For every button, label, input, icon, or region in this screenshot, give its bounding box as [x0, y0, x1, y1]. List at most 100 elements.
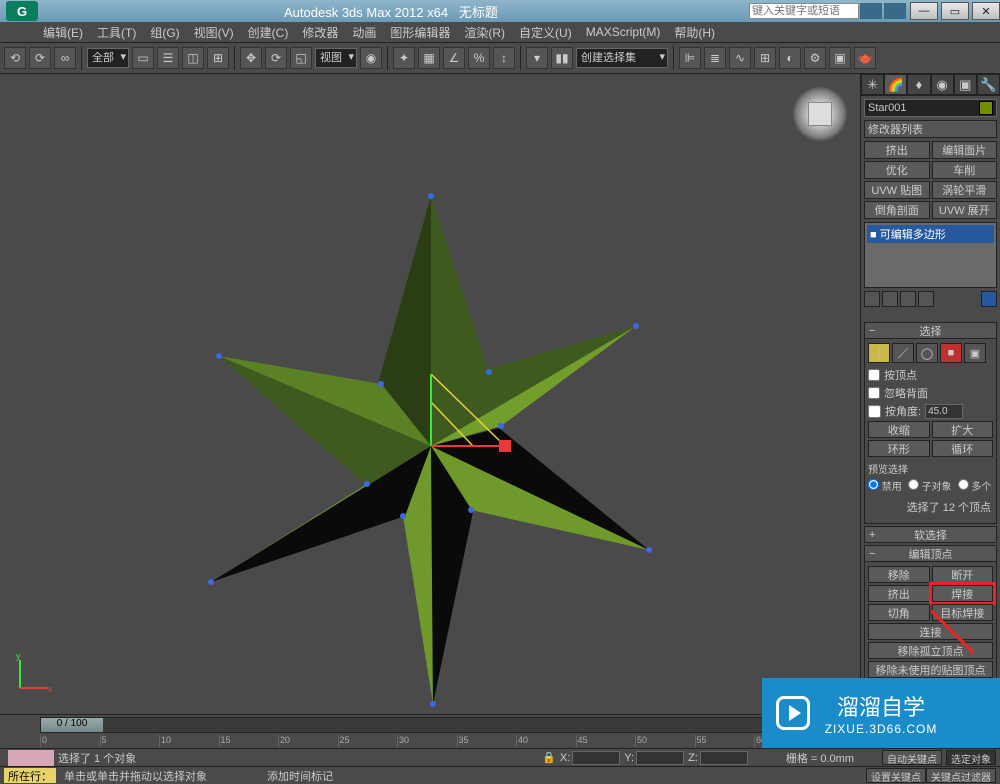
btn-unwrap[interactable]: UVW 展开: [932, 201, 998, 219]
btn-uvwmap[interactable]: UVW 贴图: [864, 181, 930, 199]
angle-spinner[interactable]: [925, 404, 963, 419]
modifier-stack[interactable]: ■ 可编辑多边形: [864, 222, 997, 288]
pin-stack-icon[interactable]: [864, 291, 880, 307]
subobj-element[interactable]: ▣: [964, 343, 986, 363]
coord-y[interactable]: [636, 751, 684, 765]
btn-grow[interactable]: 扩大: [932, 421, 994, 438]
align-icon[interactable]: ⊫: [679, 47, 701, 69]
menu-customize[interactable]: 自定义(U): [512, 24, 579, 41]
named-sel-dropdown[interactable]: 创建选择集: [576, 48, 668, 68]
btn-remove[interactable]: 移除: [868, 566, 930, 583]
btn-loop[interactable]: 循环: [932, 440, 994, 457]
btn-shrink[interactable]: 收缩: [868, 421, 930, 438]
pivot-icon[interactable]: ◉: [360, 47, 382, 69]
btn-break[interactable]: 断开: [932, 566, 994, 583]
select-icon[interactable]: ▭: [132, 47, 154, 69]
percent-snap-icon[interactable]: %: [468, 47, 490, 69]
rollout-softsel[interactable]: +软选择: [864, 526, 997, 543]
menu-view[interactable]: 视图(V): [187, 24, 241, 41]
btn-editpatch[interactable]: 编辑面片: [932, 141, 998, 159]
unlink-icon[interactable]: ⟳: [29, 47, 51, 69]
spinner-snap-icon[interactable]: ↕: [493, 47, 515, 69]
btn-autokey[interactable]: 自动关键点: [882, 750, 942, 765]
btn-extrude-v[interactable]: 挤出: [868, 585, 930, 602]
chk-ignoreback[interactable]: 忽略背面: [868, 385, 993, 401]
menu-graph[interactable]: 图形编辑器: [383, 24, 457, 41]
radio-disable[interactable]: 禁用: [868, 478, 902, 493]
mirror-icon[interactable]: ▮▮: [551, 47, 573, 69]
tab-create[interactable]: ✳: [861, 74, 884, 95]
menu-group[interactable]: 组(G): [143, 24, 186, 41]
bind-icon[interactable]: ∞: [54, 47, 76, 69]
btn-chamfer[interactable]: 切角: [868, 604, 930, 621]
maximize-button[interactable]: ▭: [941, 2, 969, 20]
subobj-edge[interactable]: ／: [892, 343, 914, 363]
btn-keyfilter[interactable]: 关键点过滤器: [926, 768, 996, 783]
material-icon[interactable]: ◐: [779, 47, 801, 69]
tab-display[interactable]: ▣: [954, 74, 977, 95]
menu-render[interactable]: 渲染(R): [457, 24, 512, 41]
configure-icon[interactable]: [981, 291, 997, 307]
search-input[interactable]: [749, 3, 859, 19]
subobj-polygon[interactable]: ■: [940, 343, 962, 363]
btn-rm-unused[interactable]: 移除未使用的贴图顶点: [868, 661, 993, 678]
render-icon[interactable]: 🫖: [854, 47, 876, 69]
unique-icon[interactable]: [900, 291, 916, 307]
btn-bevelprofile[interactable]: 倒角剖面: [864, 201, 930, 219]
window-cross-icon[interactable]: ⊞: [207, 47, 229, 69]
object-name-field[interactable]: Star001: [864, 99, 997, 117]
selection-filter[interactable]: 全部: [87, 48, 129, 68]
btn-connect[interactable]: 连接: [868, 623, 993, 640]
stack-item[interactable]: ■ 可编辑多边形: [867, 225, 994, 243]
tab-utilities[interactable]: 🔧: [977, 74, 1000, 95]
schematic-icon[interactable]: ⊞: [754, 47, 776, 69]
tab-modify[interactable]: 🌈: [884, 74, 907, 95]
remove-mod-icon[interactable]: [918, 291, 934, 307]
lock-icon[interactable]: 🔒: [542, 751, 556, 764]
menu-create[interactable]: 创建(C): [241, 24, 296, 41]
curve-ed-icon[interactable]: ∿: [729, 47, 751, 69]
menu-maxscript[interactable]: MAXScript(M): [579, 25, 668, 39]
menu-tools[interactable]: 工具(T): [90, 24, 143, 41]
tab-hierarchy[interactable]: ♦: [907, 74, 930, 95]
btn-ring[interactable]: 环形: [868, 440, 930, 457]
radio-mult[interactable]: 多个: [958, 478, 992, 493]
object-color[interactable]: [979, 101, 993, 115]
menu-edit[interactable]: 编辑(E): [36, 24, 90, 41]
viewcube[interactable]: [792, 86, 848, 142]
search-icon[interactable]: [860, 3, 882, 19]
coord-x[interactable]: [572, 751, 620, 765]
help-search[interactable]: [749, 2, 907, 20]
render-setup-icon[interactable]: ⚙: [804, 47, 826, 69]
coord-system[interactable]: 视图: [315, 48, 357, 68]
select-name-icon[interactable]: ☰: [157, 47, 179, 69]
star-icon[interactable]: [884, 3, 906, 19]
show-end-icon[interactable]: [882, 291, 898, 307]
btn-weld[interactable]: 焊接: [932, 585, 994, 602]
tab-motion[interactable]: ◉: [931, 74, 954, 95]
link-icon[interactable]: ⟲: [4, 47, 26, 69]
manip-icon[interactable]: ✦: [393, 47, 415, 69]
rollout-editvert[interactable]: −编辑顶点: [864, 545, 997, 562]
menu-modifiers[interactable]: 修改器: [295, 24, 345, 41]
btn-optimize[interactable]: 优化: [864, 161, 930, 179]
render-frame-icon[interactable]: ▣: [829, 47, 851, 69]
rollout-selection[interactable]: −选择: [864, 322, 997, 339]
angle-snap-icon[interactable]: ∠: [443, 47, 465, 69]
add-time-tag[interactable]: 添加时间标记: [267, 768, 333, 784]
minimize-button[interactable]: —: [910, 2, 938, 20]
move-icon[interactable]: ✥: [240, 47, 262, 69]
modifier-list[interactable]: 修改器列表: [864, 120, 997, 138]
btn-setkey[interactable]: 设置关键点: [866, 768, 926, 783]
rotate-icon[interactable]: ⟳: [265, 47, 287, 69]
coord-z[interactable]: [700, 751, 748, 765]
btn-turbosmooth[interactable]: 涡轮平滑: [932, 181, 998, 199]
btn-lathe[interactable]: 车削: [932, 161, 998, 179]
scale-icon[interactable]: ◱: [290, 47, 312, 69]
subobj-vertex[interactable]: ⋮: [868, 343, 890, 363]
close-button[interactable]: ✕: [972, 2, 1000, 20]
btn-extrude[interactable]: 挤出: [864, 141, 930, 159]
viewport-top[interactable]: yx: [0, 74, 860, 714]
snap-icon[interactable]: ▦: [418, 47, 440, 69]
chk-byangle[interactable]: [868, 405, 881, 418]
